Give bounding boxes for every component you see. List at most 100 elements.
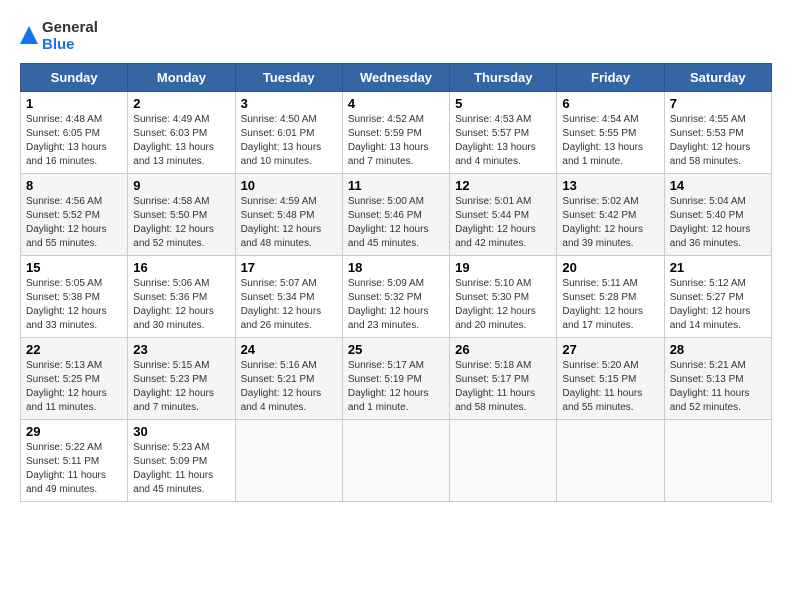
day-number: 15 [26, 260, 122, 275]
day-number: 30 [133, 424, 229, 439]
day-number: 6 [562, 96, 658, 111]
column-header-friday: Friday [557, 64, 664, 92]
day-cell: 27 Sunrise: 5:20 AM Sunset: 5:15 PM Dayli… [557, 338, 664, 420]
column-header-sunday: Sunday [21, 64, 128, 92]
day-info: Sunrise: 5:15 AM Sunset: 5:23 PM Dayligh… [133, 359, 229, 415]
day-number: 16 [133, 260, 229, 275]
day-info: Sunrise: 5:18 AM Sunset: 5:17 PM Dayligh… [455, 359, 551, 415]
day-cell: 19 Sunrise: 5:10 AM Sunset: 5:30 PM Dayli… [450, 256, 557, 338]
day-cell: 25Sunrise: 5:17 AM Sunset: 5:19 PM Dayli… [342, 338, 449, 420]
day-info: Sunrise: 4:50 AM Sunset: 6:01 PM Dayligh… [241, 113, 337, 169]
day-cell: 1 Sunrise: 4:48 AM Sunset: 6:05 PM Daylig… [21, 92, 128, 174]
day-number: 7 [670, 96, 766, 111]
day-info: Sunrise: 5:20 AM Sunset: 5:15 PM Dayligh… [562, 359, 658, 415]
day-cell: 30 Sunrise: 5:23 AM Sunset: 5:09 PM Dayli… [128, 420, 235, 502]
day-number: 22 [26, 342, 122, 357]
column-header-saturday: Saturday [664, 64, 771, 92]
day-cell: 13 Sunrise: 5:02 AM Sunset: 5:42 PM Dayli… [557, 174, 664, 256]
day-number: 13 [562, 178, 658, 193]
day-cell [557, 420, 664, 502]
day-number: 11 [348, 178, 444, 193]
day-info: Sunrise: 5:12 AM Sunset: 5:27 PM Dayligh… [670, 277, 766, 333]
day-cell: 16 Sunrise: 5:06 AM Sunset: 5:36 PM Dayli… [128, 256, 235, 338]
day-cell: 8 Sunrise: 4:56 AM Sunset: 5:52 PM Daylig… [21, 174, 128, 256]
day-info: Sunrise: 4:48 AM Sunset: 6:05 PM Dayligh… [26, 113, 122, 169]
day-number: 14 [670, 178, 766, 193]
day-number: 18 [348, 260, 444, 275]
day-cell: 21Sunrise: 5:12 AM Sunset: 5:27 PM Dayli… [664, 256, 771, 338]
week-row-5: 29Sunrise: 5:22 AM Sunset: 5:11 PM Dayli… [21, 420, 772, 502]
day-info: Sunrise: 5:00 AM Sunset: 5:46 PM Dayligh… [348, 195, 444, 251]
day-info: Sunrise: 5:23 AM Sunset: 5:09 PM Dayligh… [133, 441, 229, 497]
day-info: Sunrise: 4:52 AM Sunset: 5:59 PM Dayligh… [348, 113, 444, 169]
column-header-wednesday: Wednesday [342, 64, 449, 92]
day-info: Sunrise: 4:55 AM Sunset: 5:53 PM Dayligh… [670, 113, 766, 169]
day-cell: 5Sunrise: 4:53 AM Sunset: 5:57 PM Daylig… [450, 92, 557, 174]
day-info: Sunrise: 4:49 AM Sunset: 6:03 PM Dayligh… [133, 113, 229, 169]
day-info: Sunrise: 4:58 AM Sunset: 5:50 PM Dayligh… [133, 195, 229, 251]
day-cell: 20 Sunrise: 5:11 AM Sunset: 5:28 PM Dayli… [557, 256, 664, 338]
day-info: Sunrise: 5:05 AM Sunset: 5:38 PM Dayligh… [26, 277, 122, 333]
day-cell: 2 Sunrise: 4:49 AM Sunset: 6:03 PM Daylig… [128, 92, 235, 174]
header: General Blue [20, 20, 772, 53]
day-cell: 23 Sunrise: 5:15 AM Sunset: 5:23 PM Dayli… [128, 338, 235, 420]
day-number: 19 [455, 260, 551, 275]
day-cell: 6 Sunrise: 4:54 AM Sunset: 5:55 PM Daylig… [557, 92, 664, 174]
day-number: 20 [562, 260, 658, 275]
logo: General Blue [20, 20, 98, 53]
column-header-tuesday: Tuesday [235, 64, 342, 92]
day-number: 1 [26, 96, 122, 111]
day-cell: 26Sunrise: 5:18 AM Sunset: 5:17 PM Dayli… [450, 338, 557, 420]
day-number: 5 [455, 96, 551, 111]
day-cell: 3Sunrise: 4:50 AM Sunset: 6:01 PM Daylig… [235, 92, 342, 174]
column-header-monday: Monday [128, 64, 235, 92]
calendar-header-row: SundayMondayTuesdayWednesdayThursdayFrid… [21, 64, 772, 92]
week-row-1: 1 Sunrise: 4:48 AM Sunset: 6:05 PM Daylig… [21, 92, 772, 174]
logo-text-wrap: General Blue [20, 20, 98, 53]
day-info: Sunrise: 5:09 AM Sunset: 5:32 PM Dayligh… [348, 277, 444, 333]
day-number: 12 [455, 178, 551, 193]
day-number: 23 [133, 342, 229, 357]
day-cell [235, 420, 342, 502]
logo-general-text: General [42, 20, 98, 37]
day-cell: 11 Sunrise: 5:00 AM Sunset: 5:46 PM Dayli… [342, 174, 449, 256]
logo-triangle-icon [20, 26, 38, 48]
day-cell: 28 Sunrise: 5:21 AM Sunset: 5:13 PM Dayli… [664, 338, 771, 420]
day-info: Sunrise: 5:04 AM Sunset: 5:40 PM Dayligh… [670, 195, 766, 251]
day-info: Sunrise: 5:22 AM Sunset: 5:11 PM Dayligh… [26, 441, 122, 497]
day-cell: 9 Sunrise: 4:58 AM Sunset: 5:50 PM Daylig… [128, 174, 235, 256]
day-cell: 7 Sunrise: 4:55 AM Sunset: 5:53 PM Daylig… [664, 92, 771, 174]
day-cell: 17Sunrise: 5:07 AM Sunset: 5:34 PM Dayli… [235, 256, 342, 338]
day-info: Sunrise: 5:16 AM Sunset: 5:21 PM Dayligh… [241, 359, 337, 415]
day-number: 10 [241, 178, 337, 193]
day-info: Sunrise: 5:06 AM Sunset: 5:36 PM Dayligh… [133, 277, 229, 333]
day-number: 2 [133, 96, 229, 111]
day-info: Sunrise: 5:21 AM Sunset: 5:13 PM Dayligh… [670, 359, 766, 415]
week-row-4: 22Sunrise: 5:13 AM Sunset: 5:25 PM Dayli… [21, 338, 772, 420]
day-cell: 15 Sunrise: 5:05 AM Sunset: 5:38 PM Dayli… [21, 256, 128, 338]
week-row-3: 15 Sunrise: 5:05 AM Sunset: 5:38 PM Dayli… [21, 256, 772, 338]
day-info: Sunrise: 4:54 AM Sunset: 5:55 PM Dayligh… [562, 113, 658, 169]
day-number: 9 [133, 178, 229, 193]
day-info: Sunrise: 4:59 AM Sunset: 5:48 PM Dayligh… [241, 195, 337, 251]
day-number: 8 [26, 178, 122, 193]
day-info: Sunrise: 5:10 AM Sunset: 5:30 PM Dayligh… [455, 277, 551, 333]
day-cell: 18 Sunrise: 5:09 AM Sunset: 5:32 PM Dayli… [342, 256, 449, 338]
day-number: 28 [670, 342, 766, 357]
day-info: Sunrise: 5:07 AM Sunset: 5:34 PM Dayligh… [241, 277, 337, 333]
day-number: 27 [562, 342, 658, 357]
day-cell [664, 420, 771, 502]
logo-blue-text: Blue [42, 37, 98, 54]
column-header-thursday: Thursday [450, 64, 557, 92]
day-cell [342, 420, 449, 502]
day-cell: 4Sunrise: 4:52 AM Sunset: 5:59 PM Daylig… [342, 92, 449, 174]
day-info: Sunrise: 5:17 AM Sunset: 5:19 PM Dayligh… [348, 359, 444, 415]
day-cell: 24Sunrise: 5:16 AM Sunset: 5:21 PM Dayli… [235, 338, 342, 420]
day-info: Sunrise: 5:01 AM Sunset: 5:44 PM Dayligh… [455, 195, 551, 251]
calendar-table: SundayMondayTuesdayWednesdayThursdayFrid… [20, 63, 772, 502]
day-info: Sunrise: 4:56 AM Sunset: 5:52 PM Dayligh… [26, 195, 122, 251]
day-info: Sunrise: 5:02 AM Sunset: 5:42 PM Dayligh… [562, 195, 658, 251]
day-cell: 10 Sunrise: 4:59 AM Sunset: 5:48 PM Dayli… [235, 174, 342, 256]
day-cell: 22Sunrise: 5:13 AM Sunset: 5:25 PM Dayli… [21, 338, 128, 420]
day-info: Sunrise: 5:11 AM Sunset: 5:28 PM Dayligh… [562, 277, 658, 333]
